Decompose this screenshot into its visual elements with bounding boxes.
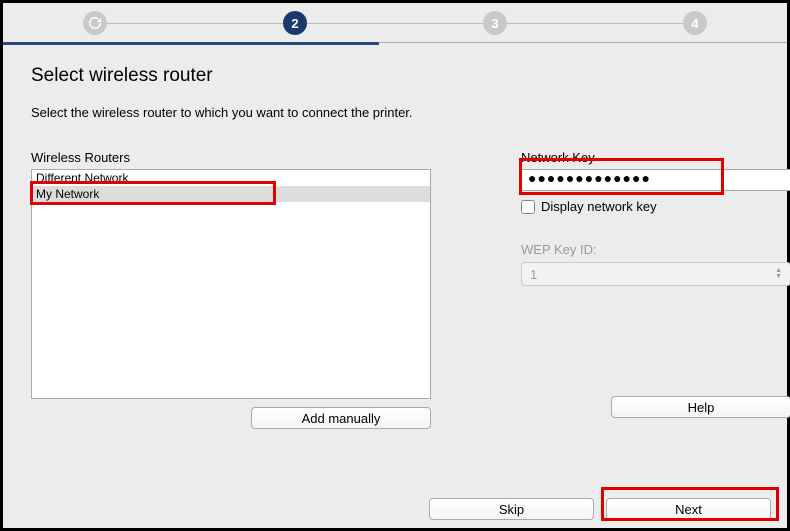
add-manually-button[interactable]: Add manually xyxy=(251,407,431,429)
step-4: 4 xyxy=(683,11,707,35)
router-item[interactable]: Different Network xyxy=(32,170,430,186)
network-key-input[interactable]: ●●●●●●●●●●●●● xyxy=(521,169,790,191)
page-title: Select wireless router xyxy=(31,65,759,87)
select-arrows-icon: ▲▼ xyxy=(775,268,782,280)
page-subtitle: Select the wireless router to which you … xyxy=(31,105,759,120)
wep-key-select: 1 ▲▼ xyxy=(521,262,790,286)
stepper-line xyxy=(93,23,697,24)
display-key-checkbox[interactable] xyxy=(521,200,535,214)
routers-label: Wireless Routers xyxy=(31,150,431,165)
router-item[interactable]: My Network xyxy=(32,186,430,202)
stepper: 2 3 4 xyxy=(3,3,787,43)
refresh-check-icon xyxy=(88,16,102,30)
wep-key-label: WEP Key ID: xyxy=(521,242,790,257)
network-key-label: Network Key xyxy=(521,150,790,165)
step-2: 2 xyxy=(283,11,307,35)
wep-key-value: 1 xyxy=(530,267,537,282)
skip-button[interactable]: Skip xyxy=(429,498,594,520)
next-button[interactable]: Next xyxy=(606,498,771,520)
help-button[interactable]: Help xyxy=(611,396,790,418)
step-3: 3 xyxy=(483,11,507,35)
step-1 xyxy=(83,11,107,35)
router-list[interactable]: Different Network My Network xyxy=(31,169,431,399)
display-key-label: Display network key xyxy=(541,199,657,214)
